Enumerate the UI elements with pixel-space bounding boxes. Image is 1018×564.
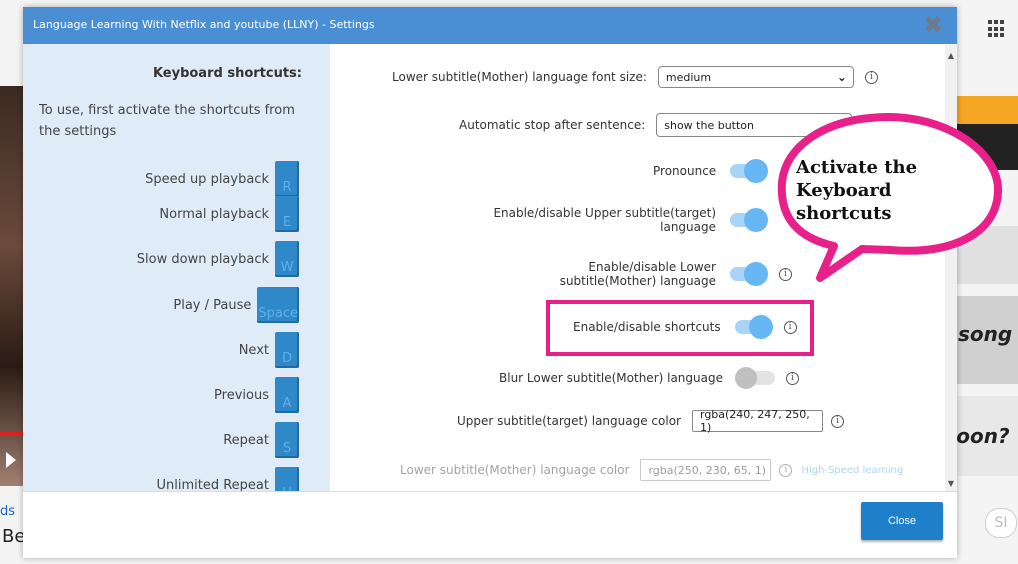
speech-bubble xyxy=(777,113,1003,282)
callout-text: Activate the Keyboard shortcuts xyxy=(796,156,917,225)
callout-line: shortcuts xyxy=(796,203,892,224)
callout-line: Activate the xyxy=(796,157,918,178)
callout-line: Keyboard xyxy=(796,180,892,201)
